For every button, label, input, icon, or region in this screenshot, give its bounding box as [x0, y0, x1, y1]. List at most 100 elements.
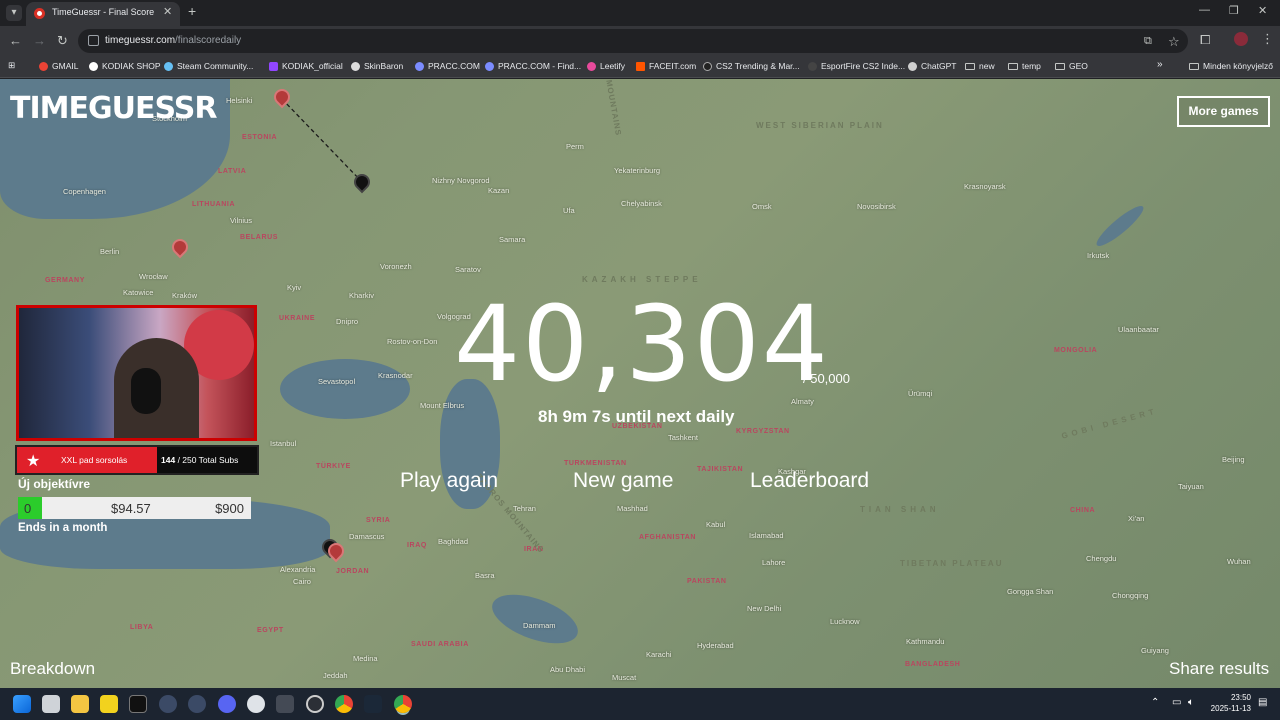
- play-again-button[interactable]: Play again: [400, 469, 498, 493]
- menu-kebab-icon[interactable]: ⋮: [1261, 31, 1274, 47]
- share-results-button[interactable]: Share results: [1169, 659, 1269, 679]
- app-icon[interactable]: [188, 695, 206, 713]
- bookmark-esportfire[interactable]: EsportFire CS2 Inde...: [808, 61, 905, 71]
- translate-icon[interactable]: ⧉: [1144, 35, 1152, 48]
- bookmark-pracc-find[interactable]: PRACC.COM - Find...: [485, 61, 581, 71]
- bookmarks-overflow-chevron-icon[interactable]: »: [1157, 59, 1163, 70]
- bookmark-all-bookmarks[interactable]: Minden könyvjelző: [1189, 61, 1273, 71]
- apps-grid-icon[interactable]: ⊞: [8, 60, 15, 71]
- leaderboard-button[interactable]: Leaderboard: [750, 469, 869, 493]
- map-label: Dammam: [523, 621, 556, 630]
- tab-close-icon[interactable]: ✕: [163, 5, 172, 18]
- network-icon[interactable]: ▭: [1172, 697, 1181, 708]
- volume-icon[interactable]: 🔈︎: [1188, 697, 1194, 708]
- tab-search-chevron-icon[interactable]: ▾: [6, 5, 22, 21]
- minimize-icon[interactable]: —: [1199, 4, 1210, 16]
- bookmark-kodiak-official[interactable]: KODIAK_official: [269, 61, 343, 71]
- file-explorer-icon[interactable]: [71, 695, 89, 713]
- forward-arrow-icon[interactable]: →: [33, 33, 46, 48]
- more-games-button[interactable]: More games: [1177, 96, 1270, 127]
- bookmark-leetify[interactable]: Leetify: [587, 61, 625, 71]
- back-arrow-icon[interactable]: ←: [9, 33, 22, 48]
- app-icon[interactable]: [247, 695, 265, 713]
- gmail-icon: [39, 61, 48, 71]
- map-label: TURKMENISTAN: [564, 460, 627, 467]
- map-label: Copenhagen: [63, 187, 106, 196]
- new-tab-plus-icon[interactable]: +: [188, 3, 196, 19]
- chrome-active-icon[interactable]: [394, 695, 412, 713]
- system-clock[interactable]: 23:50 2025-11-13: [1209, 692, 1251, 714]
- bookmark-pracc[interactable]: PRACC.COM: [415, 61, 480, 71]
- subs-goal-label-area: ★ XXL pad sorsolás: [17, 447, 157, 473]
- browser-toolbar: ← → ↻ timeguessr.com/finalscoredaily ⧉ ☆…: [0, 26, 1280, 56]
- map-label: Sevastopol: [318, 377, 356, 386]
- app-icon[interactable]: [159, 695, 177, 713]
- map-label: Gongga Shan: [1007, 587, 1054, 596]
- notification-icon[interactable]: ▤: [1258, 697, 1267, 708]
- bookmark-folder-new[interactable]: new: [965, 61, 995, 71]
- map-label: Kabul: [706, 520, 726, 529]
- browser-tab-active[interactable]: TimeGuessr - Final Score ✕: [26, 2, 180, 26]
- score-max: / 50,000: [803, 371, 850, 386]
- map-label: Omsk: [752, 202, 772, 211]
- map-label: BANGLADESH: [905, 661, 961, 668]
- star-icon: ★: [26, 453, 41, 470]
- subs-count: 144 / 250 Total Subs: [157, 447, 257, 473]
- folder-icon: [1055, 62, 1065, 70]
- bookmark-folder-temp[interactable]: temp: [1008, 61, 1041, 71]
- reload-icon[interactable]: ↻: [57, 33, 68, 49]
- windows-start-icon[interactable]: [13, 695, 31, 713]
- profile-avatar[interactable]: [1234, 32, 1248, 46]
- bookmark-star-icon[interactable]: ☆: [1168, 34, 1180, 50]
- map-label: Chelyabinsk: [621, 199, 662, 208]
- map-label: Nizhny Novgorod: [432, 176, 490, 185]
- clock-date: 2025-11-13: [1210, 704, 1251, 713]
- leetify-icon: [587, 61, 596, 71]
- tray-chevron-icon[interactable]: ⌃: [1151, 697, 1159, 708]
- map-label: KYRGYZSTAN: [736, 428, 790, 435]
- tab-title: TimeGuessr - Final Score: [52, 7, 155, 17]
- site-info-icon[interactable]: [88, 35, 99, 46]
- twitch-icon: [269, 61, 278, 71]
- folder-icon: [965, 62, 975, 70]
- bookmark-steam-community[interactable]: Steam Community...: [164, 61, 253, 71]
- map-label: Baghdad: [438, 537, 469, 546]
- donation-goal-title: Új objektívre: [18, 477, 91, 491]
- obs-icon[interactable]: [306, 695, 324, 713]
- epic-games-icon[interactable]: [129, 695, 147, 713]
- chrome-icon[interactable]: [335, 695, 353, 713]
- bookmark-chatgpt[interactable]: ChatGPT: [908, 61, 956, 71]
- steam-icon[interactable]: [364, 695, 382, 713]
- restore-icon[interactable]: ❐: [1229, 4, 1239, 17]
- address-bar[interactable]: timeguessr.com/finalscoredaily ⧉ ☆: [78, 29, 1188, 53]
- breakdown-button[interactable]: Breakdown: [10, 659, 95, 679]
- map-label: Tehran: [513, 504, 536, 513]
- discord-icon[interactable]: [218, 695, 236, 713]
- extensions-puzzle-icon[interactable]: ⧠: [1200, 32, 1210, 48]
- url-text[interactable]: timeguessr.com/finalscoredaily: [105, 35, 241, 46]
- pracc-icon: [415, 61, 424, 71]
- map-label: Beijing: [1222, 455, 1245, 464]
- bookmark-cs2-trending[interactable]: CS2 Trending & Mar...: [703, 61, 800, 71]
- sticky-notes-icon[interactable]: [100, 695, 118, 713]
- task-view-icon[interactable]: [42, 695, 60, 713]
- map-label: Damascus: [349, 532, 385, 541]
- map-label: Ufa: [563, 206, 575, 215]
- bookmark-faceit[interactable]: FACEIT.com: [636, 61, 696, 71]
- new-game-button[interactable]: New game: [573, 469, 673, 493]
- folder-icon: [1189, 62, 1199, 70]
- map-label: Krasnodar: [378, 371, 413, 380]
- shop-icon: [89, 61, 98, 71]
- app-icon[interactable]: [276, 695, 294, 713]
- window-close-icon[interactable]: ✕: [1258, 4, 1267, 17]
- bookmark-kodiak-shop[interactable]: KODIAK SHOP: [89, 61, 161, 71]
- map-label: Wuhan: [1227, 557, 1251, 566]
- map-label: Lucknow: [830, 617, 860, 626]
- bookmark-skinbaron[interactable]: SkinBaron: [351, 61, 403, 71]
- bookmark-gmail[interactable]: GMAIL: [39, 61, 78, 71]
- map-label: Katowice: [123, 288, 154, 297]
- bookmark-folder-geo[interactable]: GEO: [1055, 61, 1088, 71]
- map-label: BELARUS: [240, 234, 279, 241]
- pracc-icon: [485, 61, 494, 71]
- timeguessr-logo[interactable]: TIMEGUESSR: [10, 89, 217, 129]
